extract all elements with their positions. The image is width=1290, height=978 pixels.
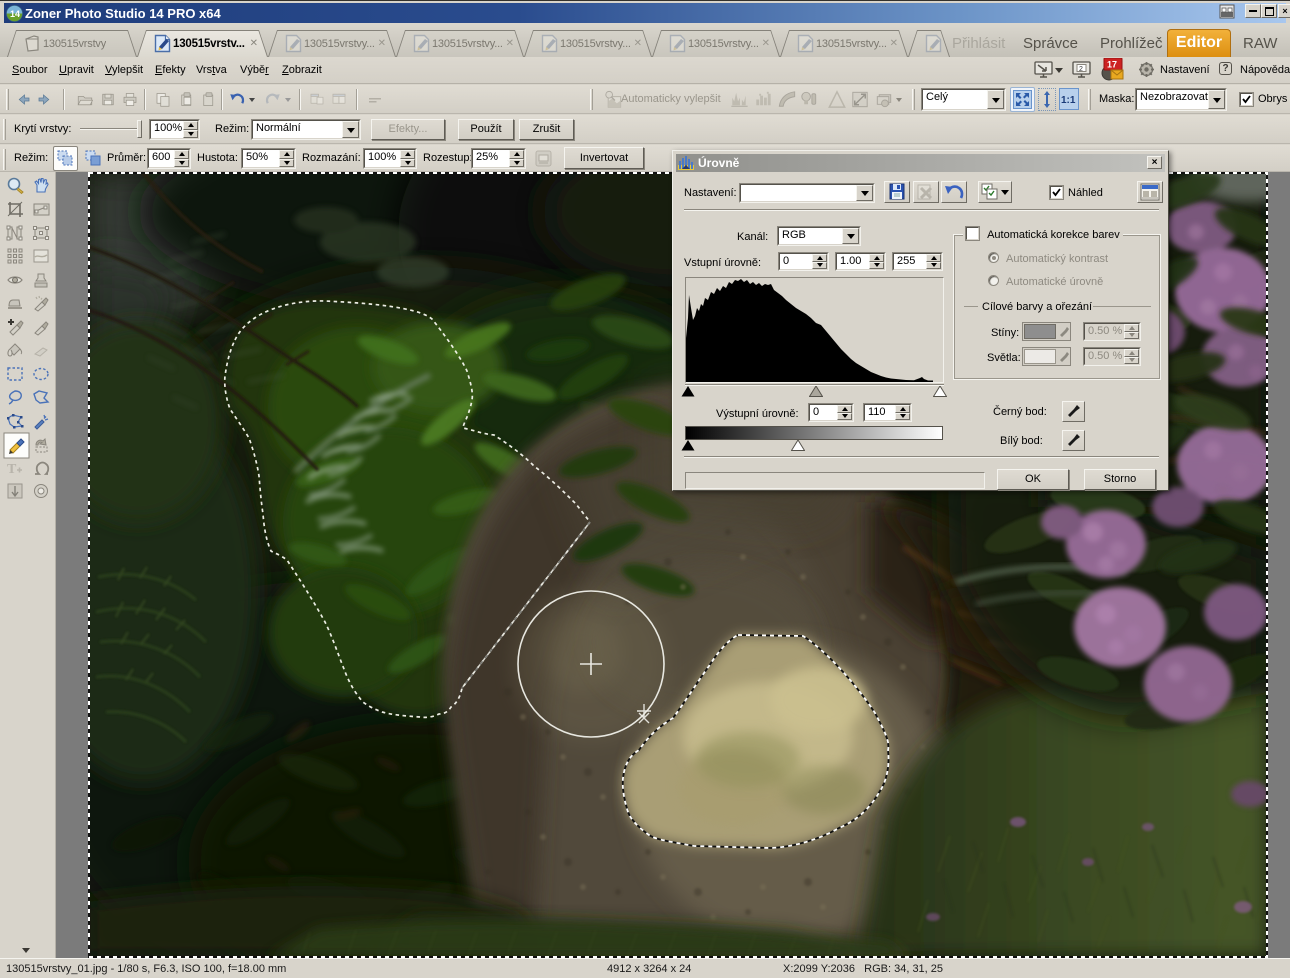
- svg-text:17: 17: [1107, 60, 1117, 70]
- svg-text:T: T: [7, 462, 17, 477]
- svg-text:14: 14: [10, 9, 20, 19]
- svg-text:1:1: 1:1: [1061, 95, 1076, 106]
- svg-text:2: 2: [1079, 66, 1083, 73]
